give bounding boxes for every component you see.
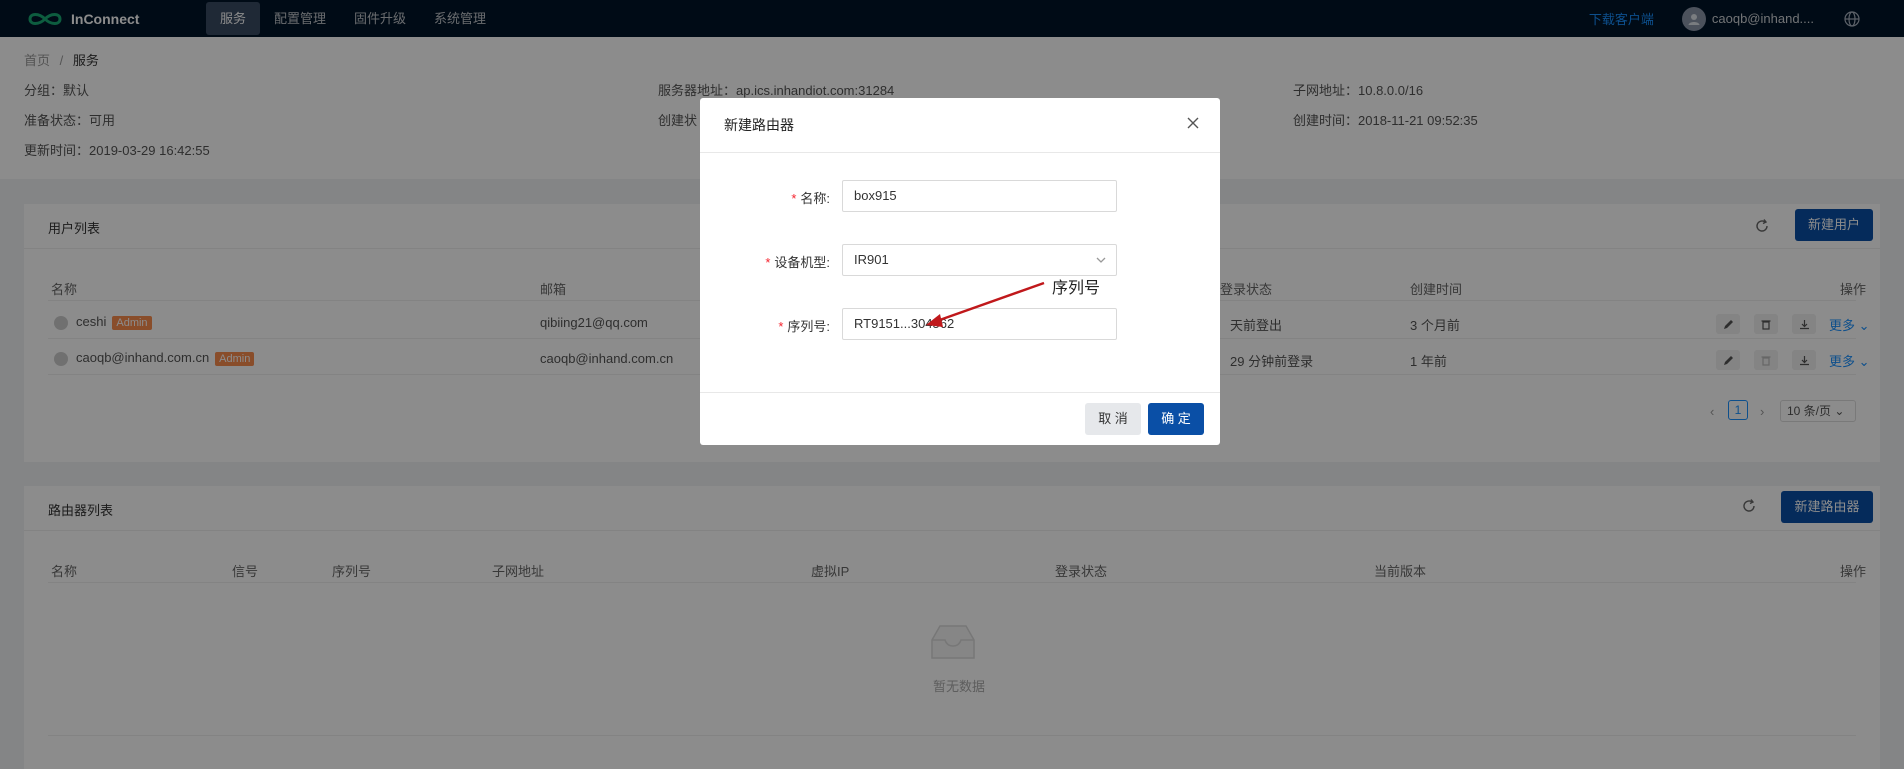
annotation-label: 序列号	[1052, 280, 1101, 297]
annotation-arrow	[926, 281, 1045, 327]
